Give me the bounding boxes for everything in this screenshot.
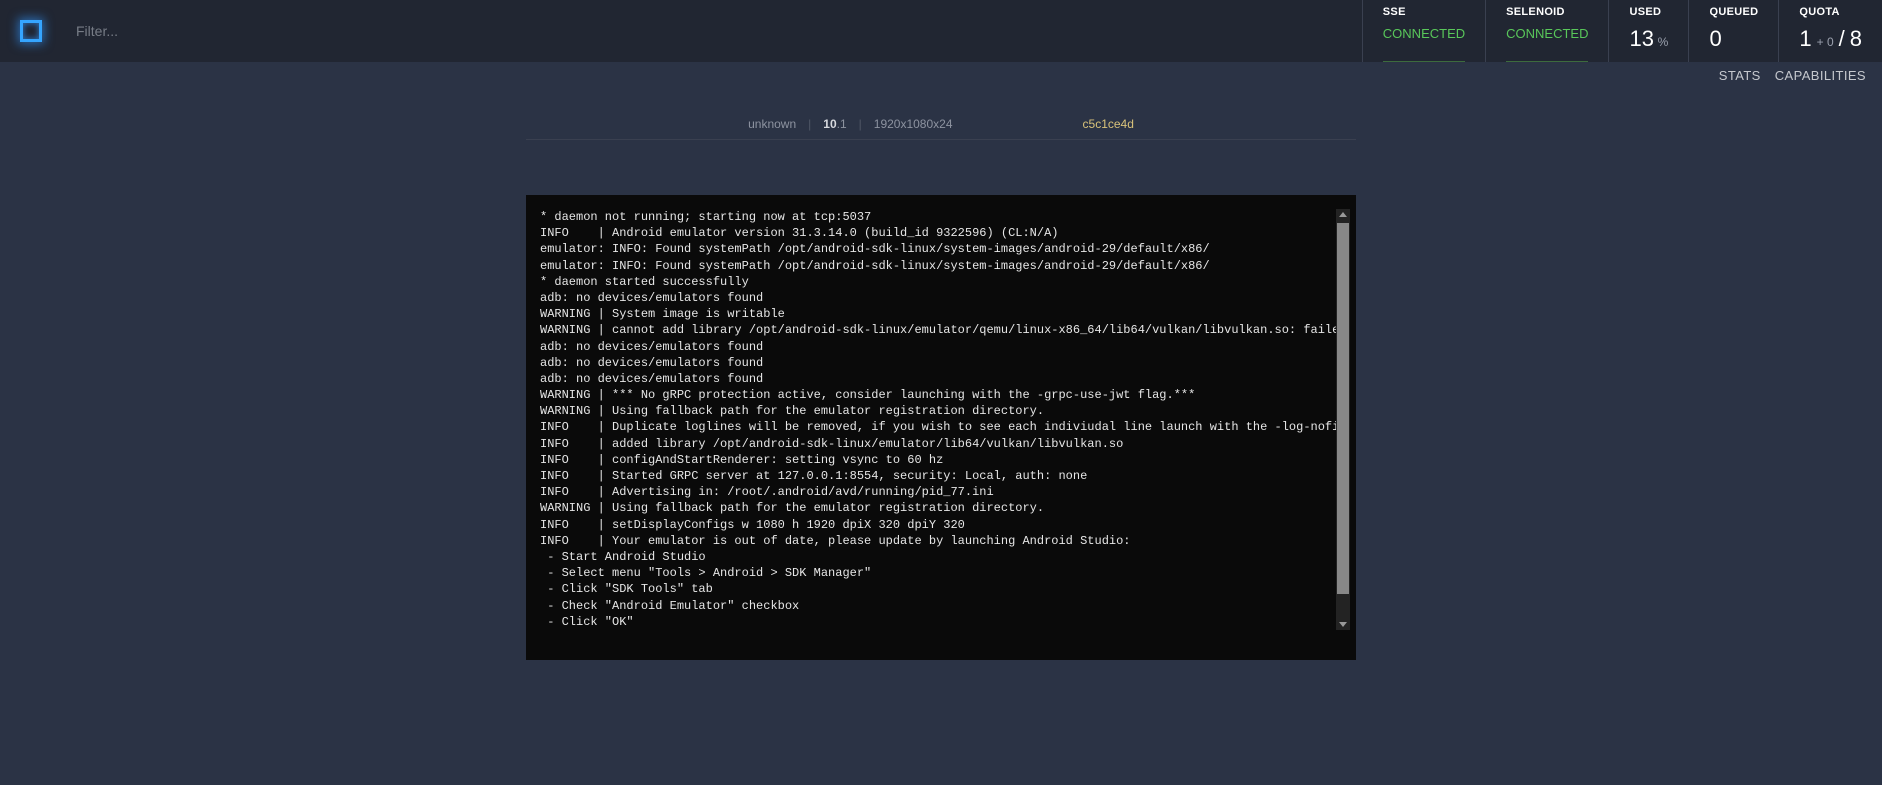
filter-wrap	[62, 0, 1362, 62]
session-id: c5c1ce4d	[1083, 117, 1134, 131]
divider: |	[808, 117, 811, 131]
divider: |	[859, 117, 862, 131]
stat-value: CONNECTED	[1506, 26, 1588, 41]
nav-stats[interactable]: STATS	[1719, 68, 1761, 83]
log-window: * daemon not running; starting now at tc…	[526, 195, 1356, 660]
underline	[1383, 61, 1465, 62]
top-bar: SSE CONNECTED SELENOID CONNECTED USED 13…	[0, 0, 1882, 62]
quota-plus: + 0	[1817, 35, 1834, 49]
sub-nav: STATS CAPABILITIES	[0, 62, 1882, 83]
log-scrollbar[interactable]	[1336, 209, 1350, 630]
stat-label: QUOTA	[1799, 6, 1862, 18]
stat-quota: QUOTA 1 + 0 / 8	[1778, 0, 1882, 62]
session-resolution: 1920x1080x24	[874, 117, 953, 131]
square-logo-icon	[20, 20, 42, 42]
stat-value: 13	[1629, 26, 1653, 51]
app-logo[interactable]	[0, 0, 62, 62]
stat-label: USED	[1629, 6, 1668, 18]
stat-used: USED 13 %	[1608, 0, 1688, 62]
quota-total: 8	[1850, 26, 1862, 52]
stat-value: CONNECTED	[1383, 26, 1465, 41]
stat-value: 0	[1709, 26, 1758, 52]
stat-sse: SSE CONNECTED	[1362, 0, 1485, 62]
quota-slash: /	[1839, 26, 1845, 52]
stats-panel: SSE CONNECTED SELENOID CONNECTED USED 13…	[1362, 0, 1882, 62]
scroll-thumb[interactable]	[1337, 223, 1349, 594]
quota-used: 1	[1799, 26, 1811, 52]
session-version: 10.1	[823, 117, 846, 131]
stat-label: SELENOID	[1506, 6, 1588, 18]
log-output[interactable]: * daemon not running; starting now at tc…	[540, 209, 1336, 630]
stat-label: QUEUED	[1709, 6, 1758, 18]
filter-input[interactable]	[62, 17, 462, 45]
session-meta: unknown | 10.1 | 1920x1080x24 c5c1ce4d	[0, 117, 1882, 131]
stat-queued: QUEUED 0	[1688, 0, 1778, 62]
session-browser: unknown	[748, 117, 796, 131]
stat-unit: %	[1658, 35, 1669, 49]
nav-capabilities[interactable]: CAPABILITIES	[1775, 68, 1866, 83]
stat-selenoid: SELENOID CONNECTED	[1485, 0, 1608, 62]
scroll-down-icon[interactable]	[1339, 622, 1347, 627]
stat-label: SSE	[1383, 6, 1465, 18]
scroll-up-icon[interactable]	[1339, 212, 1347, 217]
meta-underline	[526, 139, 1356, 140]
underline	[1506, 61, 1588, 62]
